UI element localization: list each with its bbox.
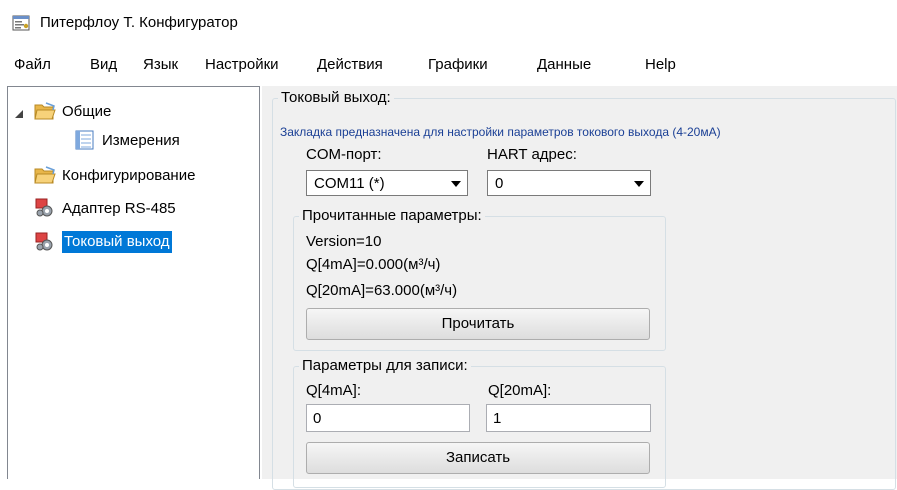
menu-view[interactable]: Вид <box>90 56 117 73</box>
q20ma-input[interactable] <box>486 404 651 432</box>
menu-file[interactable]: Файл <box>14 56 51 73</box>
menu-settings[interactable]: Настройки <box>205 56 279 73</box>
current-output-group-title: Токовый выход: <box>281 89 391 106</box>
q20ma-read-value: Q[20mA]=63.000(м³/ч) <box>306 282 458 299</box>
write-button[interactable]: Записать <box>306 442 650 474</box>
current-output-gear-icon <box>35 232 53 251</box>
q20ma-write-label: Q[20mA]: <box>488 382 552 399</box>
hart-address-select[interactable]: 0 <box>487 170 651 196</box>
write-params-title: Параметры для записи: <box>302 357 468 374</box>
com-port-value: COM11 (*) <box>314 175 385 192</box>
panel-description: Закладка предназначена для настройки пар… <box>280 125 721 139</box>
window-title: Питерфлоу Т. Конфигуратор <box>40 14 238 31</box>
tree-item-measurements[interactable]: Измерения <box>74 126 180 154</box>
q4ma-input[interactable] <box>306 404 470 432</box>
menu-charts[interactable]: Графики <box>428 56 488 73</box>
q4ma-write-label: Q[4mA]: <box>306 382 362 399</box>
menu-language[interactable]: Язык <box>143 56 178 73</box>
current-output-panel: Токовый выход: Закладка предназначена дл… <box>268 86 897 490</box>
tree-item-configuration[interactable]: Конфигурирование <box>34 161 195 189</box>
tree-item-measurements-label: Измерения <box>102 131 180 149</box>
com-port-label: COM-порт: <box>306 146 382 163</box>
navigation-tree: Общие Измерения Конфигурирование Адаптер… <box>7 86 260 479</box>
folder-open-icon <box>34 102 56 120</box>
version-value: Version=10 <box>306 233 382 250</box>
chevron-down-icon <box>634 181 644 187</box>
folder-open-icon <box>34 166 56 184</box>
tree-item-current-output-label: Токовый выход <box>62 231 172 253</box>
tree-item-adapter[interactable]: Адаптер RS-485 <box>34 194 176 222</box>
title-bar: Питерфлоу Т. Конфигуратор <box>0 0 897 46</box>
menu-bar: Файл Вид Язык Настройки Действия Графики… <box>0 46 897 84</box>
chevron-down-icon <box>451 181 461 187</box>
tree-item-configuration-label: Конфигурирование <box>62 166 196 184</box>
menu-help[interactable]: Help <box>645 56 676 73</box>
tree-item-current-output[interactable]: Токовый выход <box>34 228 172 256</box>
menu-data[interactable]: Данные <box>537 56 591 73</box>
menu-actions[interactable]: Действия <box>317 56 383 73</box>
com-port-select[interactable]: COM11 (*) <box>306 170 468 196</box>
hart-address-label: HART адрес: <box>487 146 577 163</box>
read-params-title: Прочитанные параметры: <box>302 207 482 224</box>
tree-item-general-label: Общие <box>62 102 112 120</box>
list-document-icon <box>75 130 94 150</box>
tree-item-adapter-label: Адаптер RS-485 <box>62 199 176 217</box>
tree-item-general[interactable]: Общие <box>34 97 111 125</box>
q4ma-read-value: Q[4mA]=0.000(м³/ч) <box>306 256 441 273</box>
hart-address-value: 0 <box>495 175 504 192</box>
collapse-arrow-icon[interactable] <box>14 109 24 119</box>
app-icon <box>12 15 30 31</box>
adapter-gear-icon <box>35 198 53 217</box>
read-button[interactable]: Прочитать <box>306 308 650 340</box>
